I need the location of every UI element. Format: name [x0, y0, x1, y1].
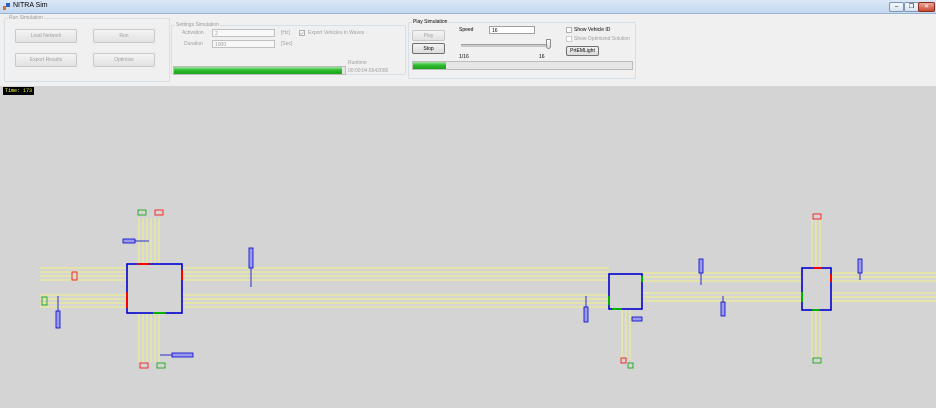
- title-bar: NITRA Sim – ❐ ✕: [0, 0, 936, 14]
- simulation-canvas[interactable]: [0, 86, 936, 408]
- slider-thumb[interactable]: [546, 39, 551, 49]
- play-progress-fill: [413, 62, 446, 69]
- speed-slider[interactable]: [459, 37, 551, 51]
- slider-max-label: 16: [539, 54, 545, 60]
- close-button[interactable]: ✕: [918, 2, 935, 12]
- intersection-east[interactable]: [801, 267, 832, 311]
- export-vehicles-checkbox[interactable]: [299, 30, 305, 36]
- duration-input[interactable]: 1000: [212, 40, 275, 48]
- show-optimized-label: Show Optimized Solution: [574, 36, 630, 42]
- control-panel: Run Simulation Load Network Run Export R…: [0, 14, 936, 86]
- settings-progress-bar: [173, 66, 346, 75]
- run-button[interactable]: Run: [93, 29, 155, 43]
- window-title: NITRA Sim: [13, 2, 48, 9]
- duration-unit: [Sec]: [281, 41, 293, 47]
- settings-simulation-group: Settings Simulation Activation 2 [Hz] Ex…: [171, 22, 406, 75]
- minimize-button[interactable]: –: [889, 2, 904, 12]
- activation-label: Activation: [182, 30, 204, 36]
- road-network: [40, 209, 936, 369]
- play-simulation-group: Play Simulation Play Stop Speed 16 1/16 …: [408, 19, 636, 79]
- run-simulation-group: Run Simulation Load Network Run Export R…: [4, 15, 170, 82]
- run-simulation-group-label: Run Simulation: [8, 15, 44, 21]
- show-optimized-checkbox[interactable]: [566, 36, 572, 42]
- runtime-value: 00:00:04.6542000: [348, 68, 389, 74]
- show-vehicle-id-label: Show Vehicle ID: [574, 27, 611, 33]
- optimize-button[interactable]: Optimize: [93, 53, 155, 67]
- show-vehicle-id-checkbox[interactable]: [566, 27, 572, 33]
- speed-label: Speed: [459, 27, 474, 33]
- settings-progress-fill: [174, 67, 342, 74]
- load-network-button[interactable]: Load Network: [15, 29, 77, 43]
- settings-group-label: Settings Simulation: [175, 22, 220, 28]
- play-progress-bar: [412, 61, 633, 70]
- intersection-center[interactable]: [608, 273, 643, 310]
- play-group-label: Play Simulation: [412, 19, 449, 25]
- export-results-button[interactable]: Export Results: [15, 53, 77, 67]
- app-icon: [3, 3, 10, 10]
- runtime-label: Runtime: [348, 60, 367, 66]
- signal-heads: [126, 263, 832, 314]
- slider-min-label: 1/16: [459, 54, 469, 60]
- activation-unit: [Hz]: [281, 30, 290, 36]
- intersection-west[interactable]: [126, 263, 183, 314]
- activation-input[interactable]: 2: [212, 29, 275, 37]
- print-emlight-button[interactable]: PrtEMLight: [566, 46, 599, 56]
- duration-label: Duration: [184, 41, 203, 47]
- export-vehicles-label: Export Vehicles in Waves: [308, 30, 365, 36]
- check-icon: [300, 31, 304, 35]
- speed-input[interactable]: 16: [489, 26, 535, 34]
- vehicle-queues: [55, 238, 863, 358]
- stop-button[interactable]: Stop: [412, 43, 445, 54]
- slider-track: [461, 44, 549, 47]
- play-button[interactable]: Play: [412, 30, 445, 41]
- simulation-time-label: Time: 173: [3, 87, 35, 95]
- maximize-button[interactable]: ❐: [904, 2, 919, 12]
